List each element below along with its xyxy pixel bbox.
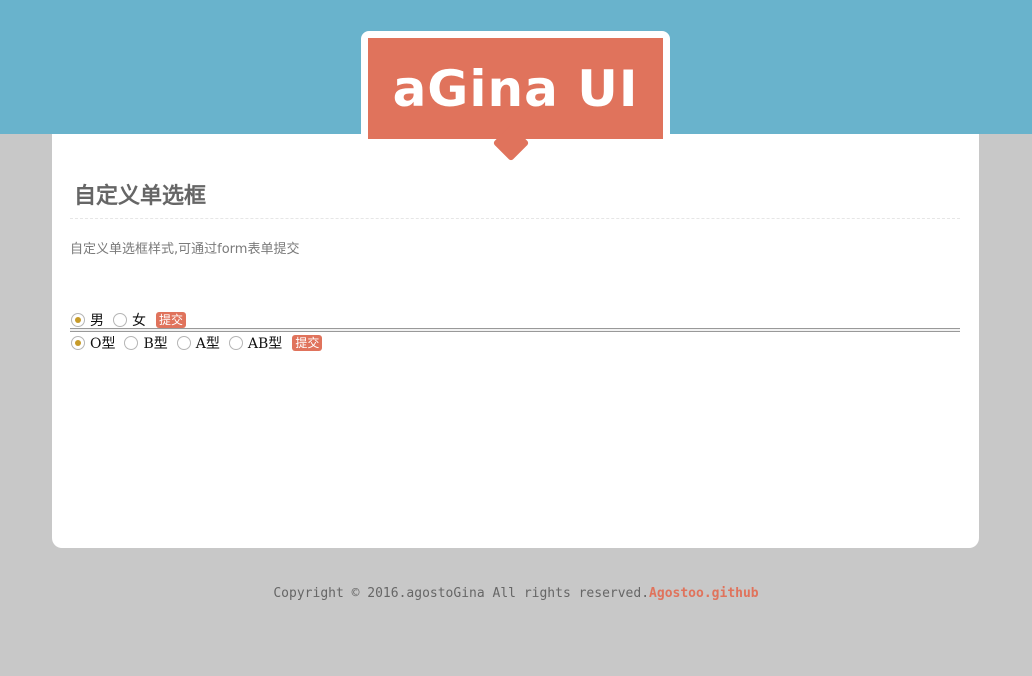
radio-button[interactable] bbox=[124, 336, 139, 350]
blood-type-form: O型 B型 A型 AB型 提交 bbox=[71, 333, 323, 353]
title-divider bbox=[70, 218, 960, 219]
logo-text: aGina UI bbox=[368, 38, 663, 139]
copyright-text: Copyright © 2016.agostoGina All rights r… bbox=[273, 586, 650, 601]
radio-label: B型 bbox=[143, 336, 168, 352]
radio-button[interactable] bbox=[113, 313, 127, 327]
radio-button[interactable] bbox=[228, 336, 243, 350]
github-link[interactable]: Agostoo.github bbox=[649, 586, 759, 601]
radio-label: O型 bbox=[90, 336, 116, 352]
section-divider bbox=[70, 328, 960, 332]
page-description: 自定义单选框样式,可通过form表单提交 bbox=[70, 242, 300, 257]
page-title: 自定义单选框 bbox=[74, 183, 207, 209]
radio-button-checked[interactable] bbox=[71, 313, 85, 327]
radio-label: A型 bbox=[195, 336, 220, 352]
radio-button-checked[interactable] bbox=[71, 336, 85, 350]
logo[interactable]: aGina UI bbox=[361, 31, 670, 139]
submit-button[interactable]: 提交 bbox=[156, 312, 187, 328]
radio-button[interactable] bbox=[176, 336, 191, 350]
radio-option-ab[interactable]: AB型 bbox=[228, 333, 283, 353]
radio-option-a[interactable]: A型 bbox=[176, 333, 220, 353]
radio-label: 女 bbox=[132, 313, 146, 329]
radio-label: AB型 bbox=[247, 336, 283, 352]
radio-option-o[interactable]: O型 bbox=[71, 333, 115, 353]
gender-form: 男 女 提交 bbox=[71, 310, 187, 330]
radio-option-male[interactable]: 男 bbox=[71, 310, 104, 330]
radio-option-b[interactable]: B型 bbox=[124, 333, 168, 353]
submit-button[interactable]: 提交 bbox=[292, 335, 323, 351]
footer: Copyright © 2016.agostoGina All rights r… bbox=[0, 586, 1032, 601]
radio-label: 男 bbox=[90, 313, 104, 329]
radio-option-female[interactable]: 女 bbox=[113, 310, 146, 330]
